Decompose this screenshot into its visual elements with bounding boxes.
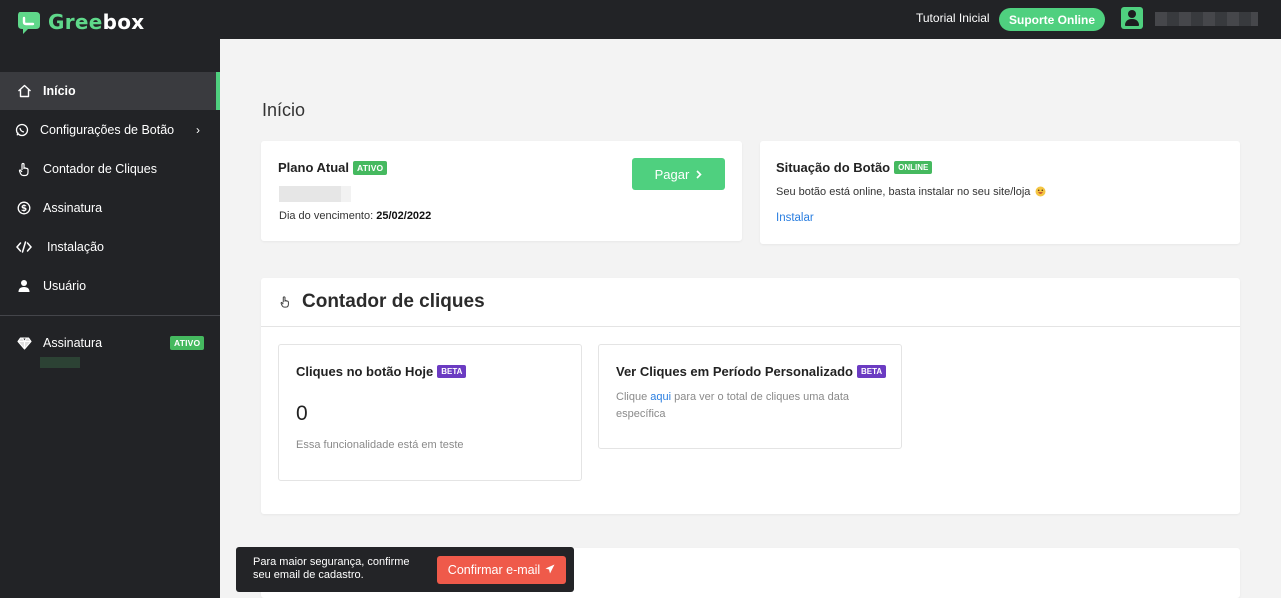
confirm-email-button[interactable]: Confirmar e-mail [437,556,566,584]
sidebar-item-contador-cliques[interactable]: Contador de Cliques [0,150,220,188]
sidebar-item-label: Usuário [43,279,87,293]
sidebar-item-configuracoes-botao[interactable]: Configurações de Botão › [0,111,220,149]
subscription-status-badge: ATIVO [170,336,205,350]
description-text: Clique [616,391,648,403]
sidebar-item-label: Configurações de Botão [40,123,175,137]
current-plan-card: Plano Atual ATIVO Dia do vencimento: 25/… [261,141,742,241]
toast-message: Para maior segurança, confirme seu email… [253,556,410,581]
top-bar: Greebox Tutorial Inicial Suporte Online [0,0,1281,39]
whatsapp-icon [14,122,30,138]
due-date-value: 25/02/2022 [376,210,432,222]
user-avatar-icon[interactable] [1121,7,1143,29]
sidebar-item-usuario[interactable]: Usuário [0,267,220,305]
today-clicks-count: 0 [296,402,308,425]
custom-period-link[interactable]: aqui [650,391,671,403]
due-date-label: Dia do vencimento: [279,210,374,222]
today-clicks-card: Cliques no botão Hoje BETA 0 Essa funcio… [278,344,582,481]
sidebar-item-instalacao[interactable]: Instalação [0,228,220,266]
custom-period-title-text: Ver Cliques em Período Personalizado [616,364,853,379]
status-card-title: Situação do Botão ONLINE [776,160,933,175]
sidebar-item-inicio[interactable]: Início [0,72,220,110]
online-status-badge: ONLINE [894,161,933,174]
chevron-right-icon [696,167,702,182]
custom-period-card: Ver Cliques em Período Personalizado BET… [598,344,902,449]
plan-name-redacted [40,357,80,368]
code-icon [16,239,32,255]
beta-badge: BETA [856,365,887,378]
pointer-hand-icon [279,295,291,312]
today-clicks-title-text: Cliques no botão Hoje [296,364,434,379]
install-link[interactable]: Instalar [776,212,814,224]
page-title: Início [262,100,306,120]
support-online-button[interactable]: Suporte Online [999,8,1105,31]
home-icon [16,83,32,99]
send-arrow-icon [545,563,555,577]
plan-name-redacted [279,186,351,202]
pay-button-label: Pagar [654,166,690,182]
custom-period-description: Clique aqui para ver o total de cliques … [616,389,886,423]
status-message: Seu botão está online, basta instalar no… [776,186,1046,200]
pay-button[interactable]: Pagar [632,158,725,190]
chevron-right-icon: › [196,123,200,137]
confirm-email-label: Confirmar e-mail [447,563,541,577]
status-title-text: Situação do Botão [776,160,891,175]
plan-card-title: Plano Atual ATIVO [278,160,388,175]
custom-period-title: Ver Cliques em Período Personalizado BET… [616,364,887,379]
button-status-card: Situação do Botão ONLINE Seu botão está … [760,141,1240,244]
pointer-hand-icon [16,161,32,177]
username-redacted[interactable] [1155,12,1258,26]
click-counter-header: Contador de cliques [261,278,1240,327]
sidebar-divider [0,315,220,316]
diamond-icon [16,335,32,351]
user-icon [16,278,32,294]
click-counter-title: Contador de cliques [302,291,485,312]
sidebar-item-label: Início [43,84,76,98]
sidebar-item-label: Assinatura [43,201,103,215]
sidebar-item-label: Instalação [47,240,104,254]
logo[interactable]: Greebox [16,9,144,35]
plan-status-badge: ATIVO [353,160,388,175]
testing-note: Essa funcionalidade está em teste [296,439,464,451]
chat-bubble-logo-icon [16,9,42,35]
grinning-emoji-icon [1035,186,1046,200]
status-message-text: Seu botão está online, basta instalar no… [776,186,1031,198]
click-counter-card: Contador de cliques Cliques no botão Hoj… [261,278,1240,514]
sidebar: Início Configurações de Botão › Contador… [0,39,220,598]
sidebar-item-assinatura[interactable]: $ Assinatura [0,189,220,227]
svg-text:$: $ [21,204,27,214]
plan-title-text: Plano Atual [278,160,350,175]
tutorial-link[interactable]: Tutorial Inicial [916,11,990,25]
beta-badge: BETA [437,365,467,378]
today-clicks-title: Cliques no botão Hoje BETA [296,364,467,379]
dollar-icon: $ [16,200,32,216]
sidebar-subscription-label: Assinatura [43,336,103,350]
confirm-email-toast: Para maior segurança, confirme seu email… [236,547,574,592]
sidebar-item-label: Contador de Cliques [43,162,157,176]
logo-text: Greebox [48,10,145,34]
due-date-line: Dia do vencimento: 25/02/2022 [279,210,431,222]
